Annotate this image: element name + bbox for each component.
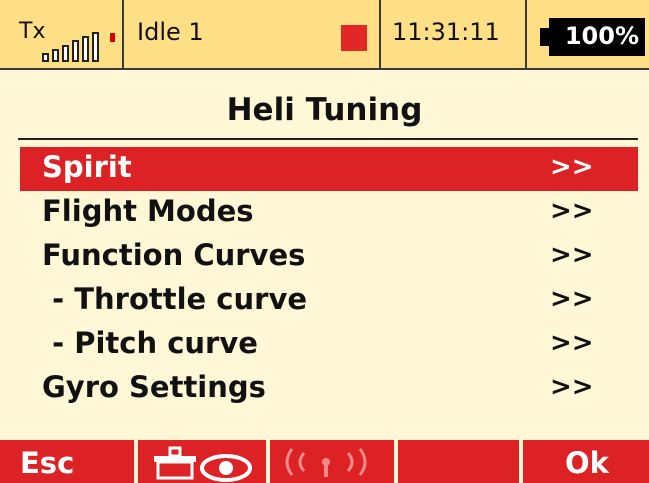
trainer-eye-icon[interactable] — [150, 442, 265, 482]
menu-item-throttle-curve[interactable]: - Throttle curve >> — [20, 279, 638, 323]
menu-list: Spirit >> Flight Modes >> Function Curve… — [20, 147, 638, 411]
clock: 11:31:11 — [392, 18, 500, 46]
menu-item-pitch-curve[interactable]: - Pitch curve >> — [20, 323, 638, 367]
menu-item-label: - Pitch curve — [42, 326, 258, 360]
ok-button[interactable]: Ok — [565, 446, 609, 480]
page-title: Heli Tuning — [226, 92, 423, 128]
menu-item-label: Flight Modes — [42, 194, 254, 228]
menu-item-label: Function Curves — [42, 238, 306, 272]
menu-item-label: Gyro Settings — [42, 370, 266, 404]
menu-item-gyro-settings[interactable]: Gyro Settings >> — [20, 367, 638, 411]
model-name[interactable]: Idle 1 — [137, 18, 204, 46]
submenu-arrow-icon: >> — [550, 372, 594, 402]
esc-button[interactable]: Esc — [20, 446, 74, 480]
signal-bars-icon — [42, 30, 115, 62]
submenu-arrow-icon: >> — [550, 152, 594, 182]
title-divider — [18, 138, 638, 140]
status-bar: Tx Idle 1 11:31:11 100% — [0, 0, 649, 70]
wireless-signal-icon[interactable] — [282, 445, 382, 479]
submenu-arrow-icon: >> — [550, 240, 594, 270]
alarm-indicator-icon — [341, 25, 367, 51]
submenu-arrow-icon: >> — [550, 196, 594, 226]
submenu-arrow-icon: >> — [550, 284, 594, 314]
menu-item-label: - Throttle curve — [42, 282, 308, 316]
softkey-bar: Esc Ok — [0, 440, 649, 483]
menu-item-function-curves[interactable]: Function Curves >> — [20, 235, 638, 279]
menu-item-flight-modes[interactable]: Flight Modes >> — [20, 191, 638, 235]
battery-percent: 100% — [564, 22, 639, 50]
menu-item-spirit[interactable]: Spirit >> — [20, 147, 638, 191]
battery-indicator: 100% — [549, 18, 645, 56]
menu-item-label: Spirit — [42, 150, 132, 184]
submenu-arrow-icon: >> — [550, 328, 594, 358]
